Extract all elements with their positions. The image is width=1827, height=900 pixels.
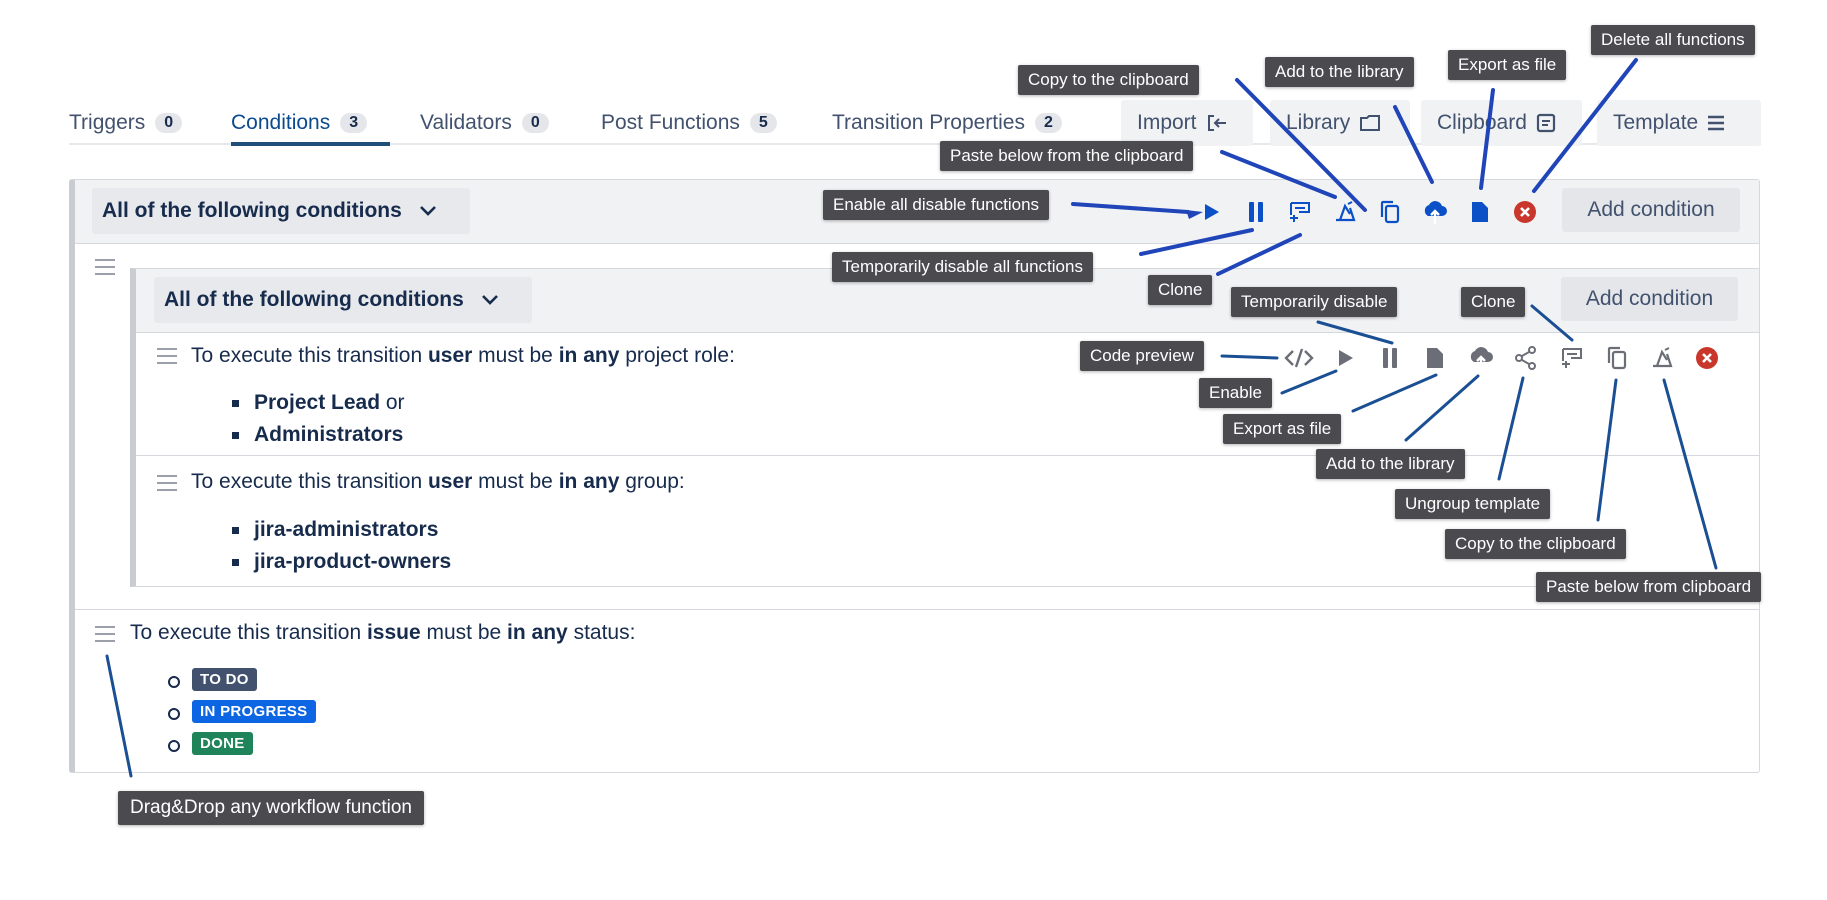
code-preview-icon[interactable]: [1284, 343, 1314, 373]
tab-count-badge: 2: [1034, 113, 1062, 133]
template-label: Template: [1613, 111, 1699, 134]
library-label: Library: [1286, 111, 1351, 134]
status-lozenge-todo: TO DO: [192, 668, 257, 691]
status-lozenge-in-progress: IN PROGRESS: [192, 700, 316, 723]
template-button[interactable]: Template: [1597, 100, 1761, 146]
tab-count-badge: 0: [155, 113, 183, 133]
tab-triggers[interactable]: Triggers 0: [69, 108, 183, 138]
list-item: Project Lead or: [254, 391, 405, 414]
chevron-down-icon: [419, 206, 436, 216]
drag-handle-icon[interactable]: [157, 348, 177, 364]
tab-label: Conditions: [231, 111, 331, 134]
tooltip-clone-row: Clone: [1461, 287, 1526, 317]
condition-project-role-text: To execute this transition user must be …: [191, 344, 735, 367]
tab-post-functions[interactable]: Post Functions 5: [601, 108, 777, 138]
file-icon[interactable]: [1465, 197, 1495, 227]
tooltip-copy-to-clipboard-row: Copy to the clipboard: [1445, 529, 1626, 559]
play-icon[interactable]: [1196, 197, 1226, 227]
tooltip-temporarily-disable-all: Temporarily disable all functions: [832, 252, 1093, 282]
tooltip-temporarily-disable: Temporarily disable: [1231, 287, 1398, 317]
bullet: [232, 400, 239, 407]
group-operator-label: All of the following conditions: [102, 199, 402, 222]
row-divider: [75, 609, 1759, 610]
list-item: jira-administrators: [254, 518, 439, 541]
clone-icon[interactable]: [1557, 343, 1587, 373]
tooltip-ungroup-template: Ungroup template: [1395, 489, 1551, 519]
folder-icon: [1360, 115, 1381, 131]
tab-count-badge: 3: [340, 113, 368, 133]
tab-validators[interactable]: Validators 0: [420, 108, 549, 138]
pause-icon[interactable]: [1375, 343, 1405, 373]
library-button[interactable]: Library: [1270, 100, 1410, 146]
row-divider: [136, 455, 1759, 456]
chevron-down-icon: [481, 295, 498, 305]
tab-transition-properties[interactable]: Transition Properties 2: [832, 108, 1062, 138]
tooltip-drag-drop: Drag&Drop any workflow function: [118, 791, 424, 825]
outer-group-operator-dropdown[interactable]: All of the following conditions: [92, 188, 470, 234]
pause-icon[interactable]: [1241, 197, 1271, 227]
status-lozenge-done: DONE: [192, 732, 253, 755]
tab-label: Validators: [420, 111, 512, 134]
paste-below-icon[interactable]: [1330, 197, 1360, 227]
tooltip-clone: Clone: [1148, 275, 1213, 305]
temp-disable-all-icon[interactable]: [1285, 197, 1315, 227]
condition-status-text: To execute this transition issue must be…: [130, 621, 636, 644]
bullet: [232, 432, 239, 439]
drag-handle-icon[interactable]: [95, 259, 115, 275]
drag-handle-icon[interactable]: [157, 475, 177, 491]
copy-icon[interactable]: [1375, 197, 1405, 227]
tooltip-paste-below: Paste below from the clipboard: [940, 141, 1194, 171]
tooltip-code-preview: Code preview: [1080, 341, 1204, 371]
tooltip-paste-below-row: Paste below from clipboard: [1536, 572, 1762, 602]
group-operator-label: All of the following conditions: [164, 288, 464, 311]
tooltip-export-as-file: Export as file: [1448, 50, 1567, 80]
tab-count-badge: 5: [749, 113, 777, 133]
bullet: [232, 527, 239, 534]
menu-icon: [1708, 115, 1725, 131]
tooltip-delete-all-functions: Delete all functions: [1591, 25, 1755, 55]
tab-count-badge: 0: [521, 113, 549, 133]
tooltip-add-to-library: Add to the library: [1265, 57, 1414, 87]
tab-label: Transition Properties: [832, 111, 1025, 134]
cloud-upload-icon[interactable]: [1466, 343, 1496, 373]
condition-group-text: To execute this transition user must be …: [191, 470, 685, 493]
inner-group-operator-dropdown[interactable]: All of the following conditions: [154, 277, 532, 323]
tooltip-enable: Enable: [1199, 378, 1272, 408]
share-icon[interactable]: [1511, 343, 1541, 373]
import-icon: [1207, 115, 1226, 131]
tooltip-export-as-file-row: Export as file: [1223, 414, 1342, 444]
active-tab-indicator: [231, 142, 390, 146]
list-item: Administrators: [254, 423, 404, 446]
file-icon[interactable]: [1420, 343, 1450, 373]
delete-icon[interactable]: [1692, 343, 1722, 373]
tab-label: Post Functions: [601, 111, 740, 134]
import-label: Import: [1137, 111, 1197, 134]
bullet: [168, 676, 180, 688]
drag-handle-icon[interactable]: [95, 626, 115, 642]
outer-add-condition-button[interactable]: Add condition: [1562, 188, 1740, 232]
inner-add-condition-button[interactable]: Add condition: [1561, 277, 1738, 321]
tab-label: Triggers: [69, 111, 146, 134]
paste-below-icon[interactable]: [1647, 343, 1677, 373]
import-button[interactable]: Import: [1121, 100, 1253, 146]
bullet: [168, 740, 180, 752]
clipboard-button[interactable]: Clipboard: [1421, 100, 1582, 146]
cloud-upload-icon[interactable]: [1420, 197, 1450, 227]
bullet: [232, 559, 239, 566]
list-item: jira-product-owners: [254, 550, 452, 573]
bullet: [168, 708, 180, 720]
enable-icon[interactable]: [1330, 343, 1360, 373]
tab-conditions[interactable]: Conditions 3: [231, 108, 368, 138]
tooltip-enable-all: Enable all disable functions: [823, 190, 1050, 220]
tooltip-add-to-library-row: Add to the library: [1316, 449, 1465, 479]
clipboard-label: Clipboard: [1437, 111, 1527, 134]
tooltip-copy-to-clipboard: Copy to the clipboard: [1018, 65, 1199, 95]
clipboard-icon: [1536, 113, 1555, 133]
delete-all-icon[interactable]: [1510, 197, 1540, 227]
copy-icon[interactable]: [1602, 343, 1632, 373]
